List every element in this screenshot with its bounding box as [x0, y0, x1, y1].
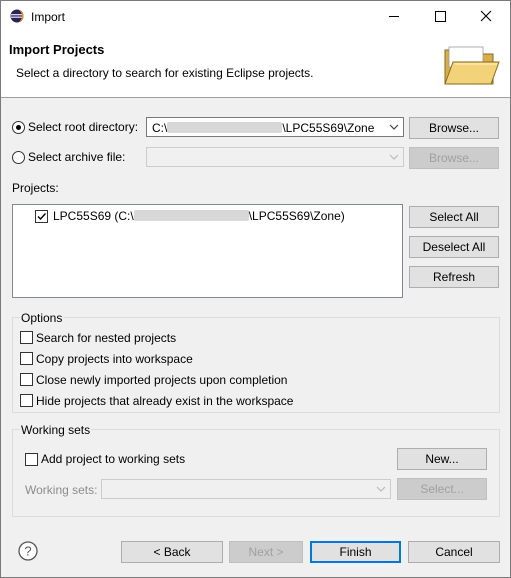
eclipse-icon [10, 9, 24, 23]
minimize-icon [389, 16, 399, 17]
close-imported-label: Close newly imported projects upon compl… [36, 373, 288, 387]
archive-file-label: Select archive file: [28, 150, 126, 164]
projects-list[interactable]: LPC55S69 (C:\ \LPC55S69\Zone) [12, 204, 403, 298]
archive-file-combo[interactable] [146, 147, 404, 167]
root-directory-label: Select root directory: [28, 120, 139, 134]
add-working-sets-label: Add project to working sets [41, 452, 186, 466]
options-title: Options [20, 311, 64, 325]
close-button[interactable] [463, 1, 509, 32]
deselect-all-button[interactable]: Deselect All [409, 236, 499, 258]
hide-existing-label: Hide projects that already exist in the … [36, 394, 294, 408]
refresh-button[interactable]: Refresh [409, 266, 499, 288]
maximize-icon [435, 11, 446, 22]
select-all-button[interactable]: Select All [409, 206, 499, 228]
copy-projects-checkbox[interactable] [20, 352, 33, 365]
svg-text:?: ? [24, 544, 31, 559]
nested-projects-label: Search for nested projects [36, 331, 177, 345]
working-sets-label: Working sets: [25, 483, 98, 497]
back-button[interactable]: < Back [121, 541, 223, 563]
hide-existing-checkbox[interactable] [20, 394, 33, 407]
help-icon[interactable]: ? [18, 541, 38, 561]
minimize-button[interactable] [371, 1, 417, 32]
archive-file-radio[interactable] [12, 151, 25, 164]
working-sets-combo[interactable] [101, 479, 391, 499]
page-description: Select a directory to search for existin… [16, 66, 314, 80]
checkmark-icon [37, 213, 47, 221]
new-working-set-button[interactable]: New... [397, 448, 487, 470]
close-imported-checkbox[interactable] [20, 373, 33, 386]
import-dialog: Import Import Projects Select a director… [0, 0, 511, 578]
project-name-prefix: LPC55S69 (C:\ [53, 209, 134, 223]
list-item[interactable]: LPC55S69 (C:\ \LPC55S69\Zone) [53, 209, 345, 223]
working-sets-group [12, 429, 500, 517]
window-title: Import [31, 10, 66, 24]
next-button[interactable]: Next > [229, 541, 303, 563]
page-title: Import Projects [9, 42, 105, 57]
projects-label: Projects: [12, 181, 59, 195]
title-bar: Import [1, 1, 510, 32]
root-directory-radio[interactable] [12, 121, 25, 134]
copy-projects-label: Copy projects into workspace [36, 352, 193, 366]
project-checkbox[interactable] [35, 210, 48, 223]
root-path-suffix: \LPC55S69\Zone [282, 121, 375, 135]
chevron-down-icon[interactable] [388, 121, 400, 133]
root-directory-combo[interactable]: C:\ \LPC55S69\Zone [146, 117, 404, 137]
add-working-sets-checkbox[interactable] [25, 453, 38, 466]
select-working-set-button[interactable]: Select... [397, 478, 487, 500]
browse-archive-button[interactable]: Browse... [409, 147, 499, 169]
cancel-button[interactable]: Cancel [408, 541, 500, 563]
finish-button[interactable]: Finish [310, 541, 401, 563]
wizard-header: Import Projects Select a directory to se… [1, 32, 510, 98]
close-icon [480, 10, 492, 22]
redacted-path [167, 122, 283, 133]
chevron-down-icon [389, 154, 399, 160]
folder-icon [444, 46, 500, 85]
root-path-prefix: C:\ [152, 121, 168, 135]
browse-directory-button[interactable]: Browse... [409, 117, 499, 139]
redacted-path [133, 210, 249, 221]
maximize-button[interactable] [417, 1, 463, 32]
working-sets-title: Working sets [20, 423, 92, 437]
project-name-suffix: \LPC55S69\Zone) [248, 209, 345, 223]
nested-projects-checkbox[interactable] [20, 331, 33, 344]
chevron-down-icon [376, 486, 386, 492]
